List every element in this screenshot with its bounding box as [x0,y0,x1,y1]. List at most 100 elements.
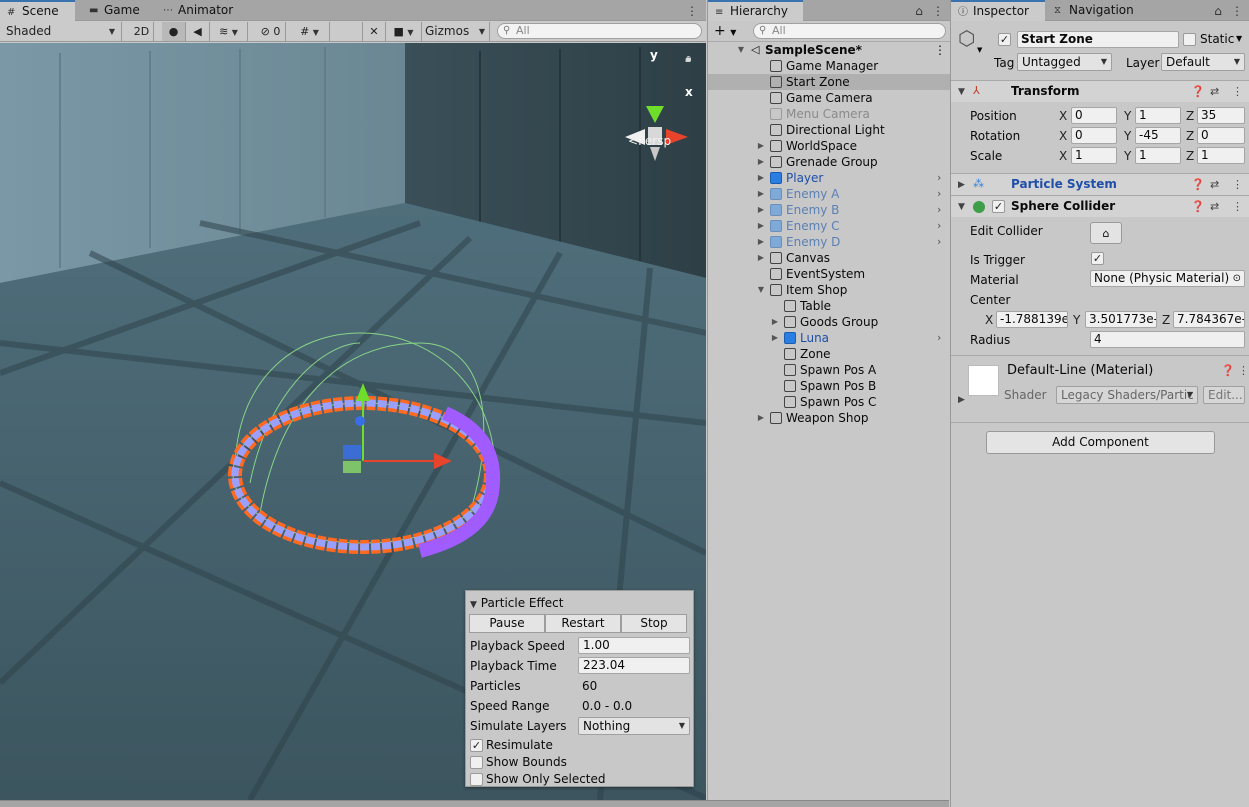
chevron-right-icon[interactable]: › [937,202,947,218]
simulate-layers-dropdown[interactable]: Nothing ▼ [578,717,690,735]
hierarchy-item[interactable]: ▶ Enemy C › [708,218,950,234]
shader-dropdown[interactable]: Legacy Shaders/Partic ▼ [1056,386,1198,404]
gizmos-dropdown[interactable]: Gizmos ▼ [422,22,490,41]
tab-scene[interactable]: # Scene [0,0,75,21]
lighting-toggle[interactable]: ● [162,22,186,41]
scene-search-input[interactable]: ⚲ All [497,23,702,39]
sphere-collider-header[interactable]: ▼ ✓ Sphere Collider ❓ ⇄ ⋮ [951,195,1249,217]
expand-arrow-icon[interactable]: ▶ [756,186,766,202]
hierarchy-item[interactable]: ▼ Item Shop [708,282,950,298]
preset-icon[interactable]: ⇄ [1210,178,1219,192]
particle-system-header[interactable]: ▶ ⁂ Particle System ❓ ⇄ ⋮ [951,173,1249,195]
scale-y-field[interactable]: 1 [1135,147,1181,164]
expand-arrow-icon[interactable]: ▶ [756,234,766,250]
hierarchy-item[interactable]: Game Manager [708,58,950,74]
preset-icon[interactable]: ⇄ [1210,200,1219,214]
hierarchy-item[interactable]: Spawn Pos C [708,394,950,410]
active-checkbox[interactable]: ✓ [998,33,1011,46]
chevron-down-icon[interactable]: ▼ [977,46,982,54]
hierarchy-item[interactable]: ▶ Luna › [708,330,950,346]
tab-game[interactable]: ▬ Game [82,0,152,21]
effects-dropdown[interactable]: ≋ ▼ [210,22,248,41]
stop-button[interactable]: Stop [621,614,687,633]
center-z-field[interactable]: 7.784367e- [1173,311,1245,328]
particle-effect-header[interactable]: ▼ Particle Effect [470,595,563,611]
help-icon[interactable]: ❓ [1191,178,1205,192]
tools-button[interactable]: ✕ [362,22,386,41]
more-options-icon[interactable]: ⋮ [934,42,946,58]
scale-z-field[interactable]: 1 [1197,147,1245,164]
playback-time-field[interactable]: 223.04 [578,657,690,674]
expand-arrow-icon[interactable]: ▶ [756,170,766,186]
tab-hierarchy[interactable]: ≡ Hierarchy [708,0,803,21]
expand-arrow-icon[interactable]: ▶ [756,138,766,154]
help-icon[interactable]: ❓ [1191,85,1205,99]
rotation-x-field[interactable]: 0 [1071,127,1117,144]
hierarchy-item[interactable]: ▶ Enemy B › [708,202,950,218]
resimulate-checkbox[interactable]: ✓ [470,739,483,752]
grid-snap-dropdown[interactable]: # ▼ [290,22,330,41]
toggle-2d-button[interactable]: 2D [130,22,154,41]
expand-arrow-icon[interactable]: ▶ [770,314,780,330]
expand-arrow-icon[interactable]: ▶ [770,330,780,346]
more-options-icon[interactable]: ⋮ [1232,200,1243,214]
scene-root-item[interactable]: ▼ ◁ SampleScene* ⋮ [738,42,947,58]
expand-arrow-icon[interactable]: ▶ [756,410,766,426]
hierarchy-search-input[interactable]: ⚲ All [753,23,946,39]
hierarchy-item[interactable]: ▶ Grenade Group [708,154,950,170]
hierarchy-item[interactable]: Game Camera [708,90,950,106]
lock-icon[interactable]: ⌂ [683,53,693,67]
object-name-field[interactable]: Start Zone [1017,31,1179,48]
hierarchy-item[interactable]: ▶ WorldSpace [708,138,950,154]
projection-toggle[interactable]: <Persp [628,134,671,148]
physic-material-field[interactable]: None (Physic Material) ⊙ [1090,270,1245,287]
object-picker-icon[interactable]: ⊙ [1233,271,1241,286]
shader-edit-button[interactable]: Edit... [1203,386,1245,404]
hierarchy-item[interactable]: ▶ Goods Group [708,314,950,330]
chevron-right-icon[interactable]: › [937,170,947,186]
transform-header[interactable]: ▼ ⅄ Transform ❓ ⇄ ⋮ [951,80,1249,102]
collapse-arrow-icon[interactable]: ▼ [756,282,766,298]
hidden-objects-toggle[interactable]: ⊘ 0 [256,22,286,41]
more-options-icon[interactable]: ⋮ [1231,4,1243,18]
tag-dropdown[interactable]: Untagged ▼ [1017,53,1112,71]
hierarchy-item[interactable]: Directional Light [708,122,950,138]
lock-icon[interactable]: ⌂ [914,4,924,18]
expand-arrow-icon[interactable]: ▶ [756,202,766,218]
more-options-icon[interactable]: ⋮ [1232,85,1243,99]
show-only-selected-checkbox[interactable] [470,773,483,786]
chevron-right-icon[interactable]: › [937,234,947,250]
hierarchy-item[interactable]: Table [708,298,950,314]
hierarchy-item[interactable]: Spawn Pos A [708,362,950,378]
chevron-right-icon[interactable]: › [937,218,947,234]
expand-arrow-icon[interactable]: ▶ [756,154,766,170]
position-z-field[interactable]: 35 [1197,107,1245,124]
sphere-collider-enabled-checkbox[interactable]: ✓ [992,200,1005,213]
more-options-icon[interactable]: ⋮ [1238,364,1249,378]
hierarchy-item[interactable]: Zone [708,346,950,362]
audio-toggle[interactable]: ◀ [186,22,210,41]
expand-arrow-icon[interactable]: ▶ [756,218,766,234]
preset-icon[interactable]: ⇄ [1210,85,1219,99]
chevron-down-icon[interactable]: ▼ [1236,34,1242,43]
restart-button[interactable]: Restart [545,614,621,633]
tab-navigation[interactable]: ⧖ Navigation [1047,0,1147,21]
help-icon[interactable]: ❓ [1191,200,1205,214]
chevron-right-icon[interactable]: › [937,330,947,346]
hierarchy-item[interactable]: Menu Camera [708,106,950,122]
hierarchy-item[interactable]: Spawn Pos B [708,378,950,394]
hierarchy-item[interactable]: ▶ Enemy A › [708,186,950,202]
camera-dropdown[interactable]: ■ ▼ [386,22,422,41]
hierarchy-item[interactable]: ▶ Player › [708,170,950,186]
help-icon[interactable]: ❓ [1221,364,1235,378]
position-x-field[interactable]: 0 [1071,107,1117,124]
more-options-icon[interactable]: ⋮ [1232,178,1243,192]
center-y-field[interactable]: 3.501773e- [1085,311,1157,328]
hierarchy-item[interactable]: ▶ Weapon Shop [708,410,950,426]
position-y-field[interactable]: 1 [1135,107,1181,124]
scale-x-field[interactable]: 1 [1071,147,1117,164]
hierarchy-item[interactable]: EventSystem [708,266,950,282]
rotation-z-field[interactable]: 0 [1197,127,1245,144]
shading-mode-dropdown[interactable]: Shaded ▼ [0,22,122,41]
show-bounds-checkbox[interactable] [470,756,483,769]
